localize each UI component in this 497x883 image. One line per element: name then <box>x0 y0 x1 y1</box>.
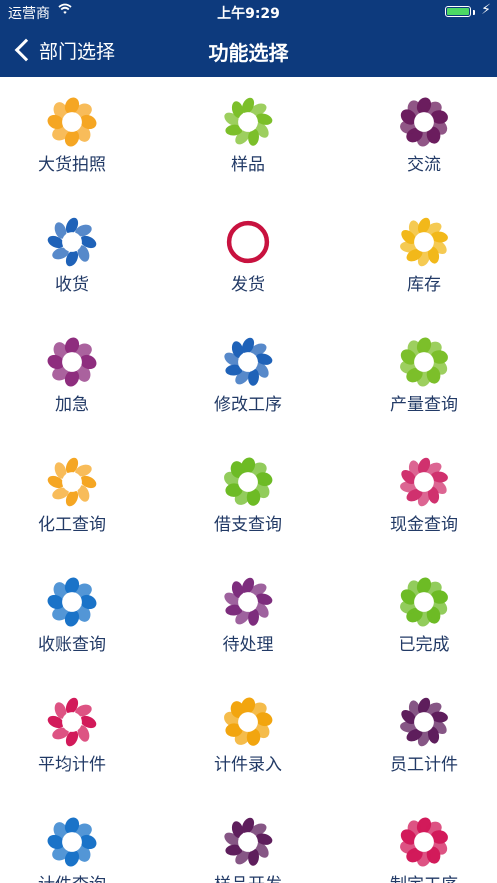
menu-item-label: 化工查询 <box>38 515 106 535</box>
page-title: 功能选择 <box>208 41 289 65</box>
pending-icon <box>221 575 275 629</box>
menu-item[interactable]: 大货拍照 <box>0 77 152 195</box>
menu-item[interactable]: 产量查询 <box>344 317 497 435</box>
menu-item-label: 制定工序 <box>344 870 497 883</box>
piecework-entry-icon <box>221 695 275 749</box>
menu-item-label: 样品 <box>231 155 265 175</box>
communicate-icon <box>397 95 451 149</box>
status-bar: 运营商 上午9:29 ⚡ <box>0 0 497 24</box>
menu-item[interactable]: 现金查询 <box>344 437 497 555</box>
sample-icon <box>221 95 275 149</box>
charging-icon: ⚡ <box>481 2 491 18</box>
menu-item-label: 待处理 <box>222 635 274 655</box>
large-goods-photo-icon <box>45 95 99 149</box>
menu-item[interactable]: 发货 <box>168 197 328 315</box>
cash-query-icon <box>397 455 451 509</box>
menu-item[interactable]: 收货 <box>0 197 152 315</box>
menu-item[interactable]: 员工计件 <box>344 677 497 795</box>
menu-item[interactable]: 库存 <box>344 197 497 315</box>
menu-item[interactable]: 修改工序 <box>168 317 328 435</box>
navigation-bar: 部门选择 功能选择 <box>0 24 497 77</box>
piecework-query-icon <box>45 815 99 869</box>
menu-item[interactable]: 样品 <box>168 77 328 195</box>
modify-process-icon <box>221 335 275 389</box>
menu-item-label: 员工计件 <box>390 755 458 775</box>
menu-item-label: 库存 <box>407 275 441 295</box>
menu-item[interactable]: 计件查询 <box>0 797 152 883</box>
ship-goods-icon <box>221 215 275 269</box>
menu-item-label: 交流 <box>407 155 441 175</box>
menu-item[interactable]: 收账查询 <box>0 557 152 675</box>
app-screen: 运营商 上午9:29 ⚡ 部门选择 功能选择 大货拍照 样品 交流收货 发货 库存加急 修… <box>0 0 497 883</box>
menu-item[interactable]: 待处理 <box>168 557 328 675</box>
clock: 上午9:29 <box>217 6 280 22</box>
menu-item-label: 产量查询 <box>390 395 458 415</box>
advance-query-icon <box>221 455 275 509</box>
menu-item-label: 修改工序 <box>214 395 282 415</box>
menu-item[interactable]: 计件录入 <box>168 677 328 795</box>
menu-item[interactable]: 交流 <box>344 77 497 195</box>
completed-icon <box>397 575 451 629</box>
employee-piecework-icon <box>397 695 451 749</box>
menu-item-label: 平均计件 <box>38 755 106 775</box>
menu-item[interactable]: 平均计件 <box>0 677 152 795</box>
menu-item[interactable]: 制定工序 <box>344 797 497 883</box>
receive-goods-icon <box>45 215 99 269</box>
menu-item[interactable]: 加急 <box>0 317 152 435</box>
inventory-icon <box>397 215 451 269</box>
menu-item[interactable]: 样品开发 <box>168 797 328 883</box>
menu-item-label: 现金查询 <box>390 515 458 535</box>
menu-item-label: 收货 <box>55 275 89 295</box>
menu-item-label: 样品开发 <box>168 870 328 883</box>
menu-item[interactable]: 化工查询 <box>0 437 152 555</box>
menu-item-label: 计件录入 <box>214 755 282 775</box>
chemical-query-icon <box>45 455 99 509</box>
menu-item-label: 借支查询 <box>214 515 282 535</box>
menu-item[interactable]: 已完成 <box>344 557 497 675</box>
battery-cap <box>473 10 475 15</box>
battery-icon <box>445 6 471 17</box>
menu-item-label: 收账查询 <box>38 635 106 655</box>
menu-item-label: 加急 <box>55 395 89 415</box>
battery-level <box>447 8 469 15</box>
output-query-icon <box>397 335 451 389</box>
receivable-query-icon <box>45 575 99 629</box>
average-piecework-icon <box>45 695 99 749</box>
menu-item-label: 计件查询 <box>0 870 152 883</box>
define-process-icon <box>397 815 451 869</box>
menu-item-label: 已完成 <box>398 635 450 655</box>
urgent-icon <box>45 335 99 389</box>
menu-item-label: 大货拍照 <box>38 155 106 175</box>
menu-item[interactable]: 借支查询 <box>168 437 328 555</box>
menu-item-label: 发货 <box>231 275 265 295</box>
sample-development-icon <box>221 815 275 869</box>
